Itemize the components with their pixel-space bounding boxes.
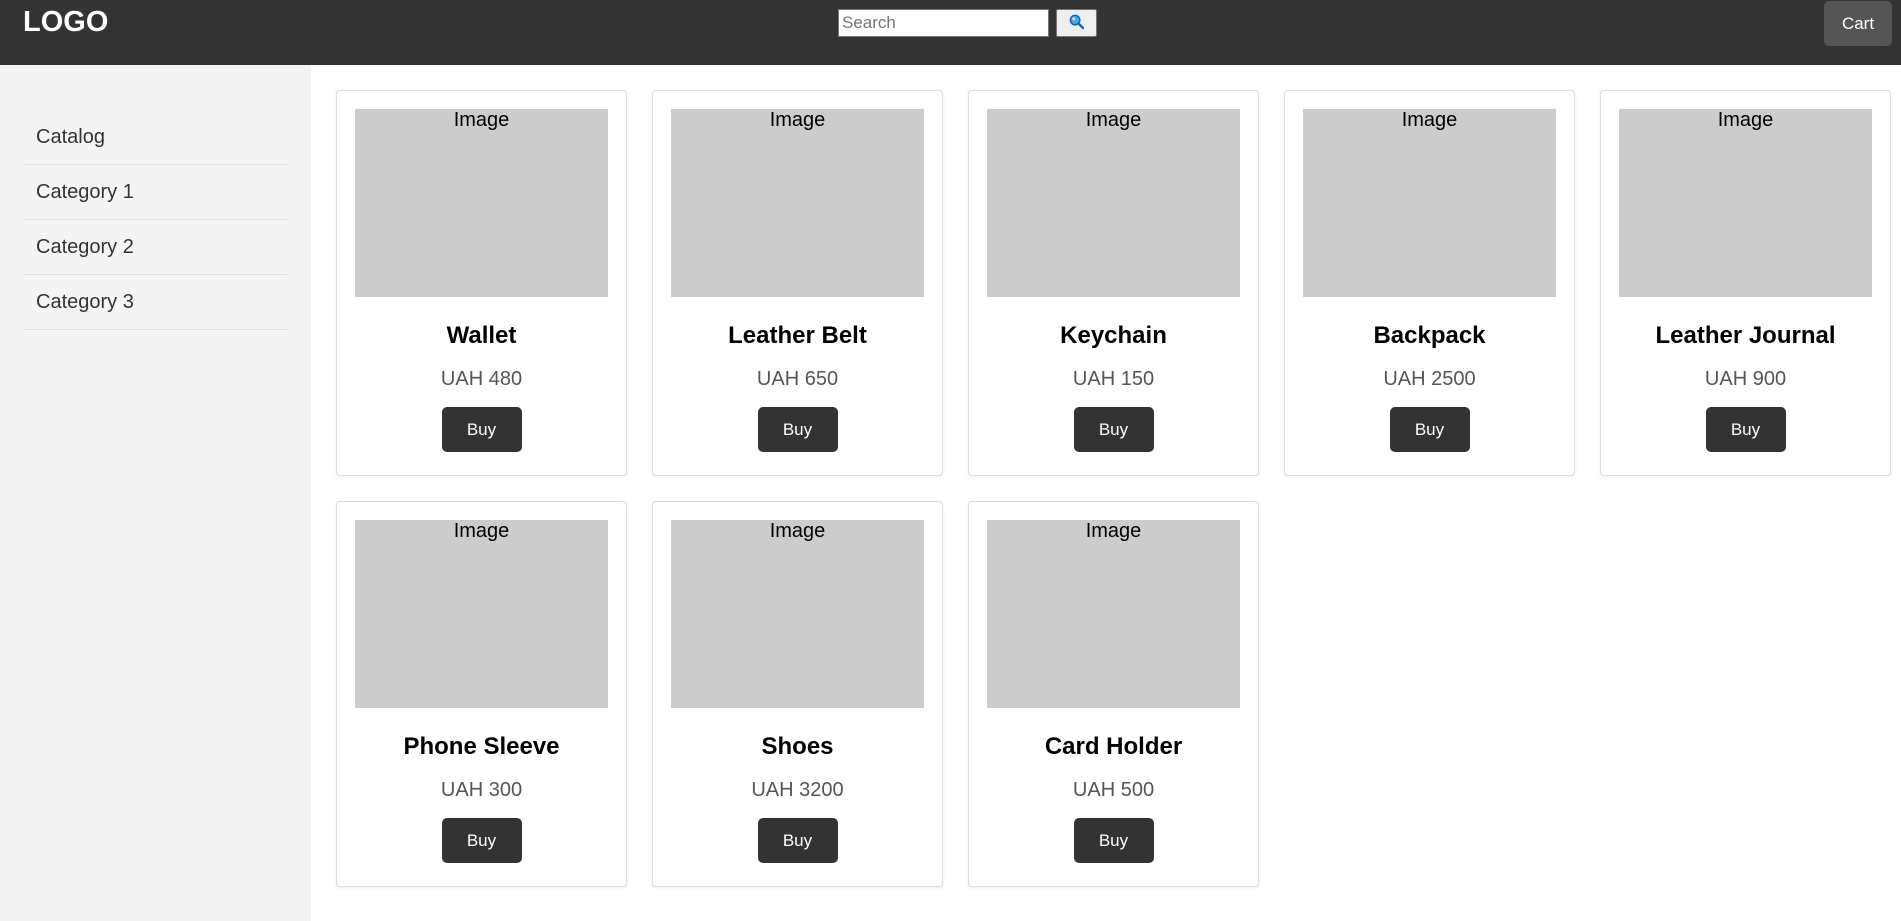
buy-button[interactable]: Buy — [441, 407, 522, 452]
product-card: Image Keychain UAH 150 Buy — [968, 90, 1259, 476]
product-name: Keychain — [1060, 322, 1167, 349]
product-card: Image Leather Belt UAH 650 Buy — [652, 90, 943, 476]
product-price: UAH 500 — [1072, 779, 1155, 801]
product-image[interactable]: Image — [1303, 109, 1556, 297]
buy-button[interactable]: Buy — [757, 407, 838, 452]
sidebar-item-category-3[interactable]: Category 3 — [23, 275, 287, 330]
search-input[interactable] — [838, 9, 1049, 37]
buy-button[interactable]: Buy — [1073, 407, 1154, 452]
search-icon — [1069, 14, 1085, 32]
sidebar-item-category-2[interactable]: Category 2 — [23, 220, 287, 275]
buy-button[interactable]: Buy — [1073, 818, 1154, 863]
search-bar — [838, 9, 1097, 37]
header: LOGO Cart — [0, 0, 1901, 65]
product-price: UAH 300 — [440, 779, 523, 801]
buy-button[interactable]: Buy — [1705, 407, 1786, 452]
product-card: Image Shoes UAH 3200 Buy — [652, 501, 943, 887]
product-card: Image Backpack UAH 2500 Buy — [1284, 90, 1575, 476]
product-name: Leather Belt — [728, 322, 867, 349]
buy-button[interactable]: Buy — [441, 818, 522, 863]
product-name: Phone Sleeve — [403, 733, 560, 760]
buy-button[interactable]: Buy — [1389, 407, 1470, 452]
cart-button[interactable]: Cart — [1824, 1, 1892, 46]
product-name: Card Holder — [1044, 733, 1183, 760]
product-price: UAH 900 — [1704, 368, 1787, 390]
product-card: Image Leather Journal UAH 900 Buy — [1600, 90, 1891, 476]
product-image[interactable]: Image — [355, 520, 608, 708]
product-grid: Image Wallet UAH 480 Buy Image Leather B… — [336, 90, 1892, 887]
product-name: Leather Journal — [1655, 322, 1836, 349]
product-price: UAH 480 — [440, 368, 523, 390]
product-image[interactable]: Image — [671, 520, 924, 708]
sidebar-item-category-1[interactable]: Category 1 — [23, 165, 287, 220]
search-button[interactable] — [1056, 9, 1097, 37]
buy-button[interactable]: Buy — [757, 818, 838, 863]
product-name: Shoes — [761, 733, 834, 760]
product-image[interactable]: Image — [987, 109, 1240, 297]
product-name: Wallet — [446, 322, 517, 349]
product-price: UAH 150 — [1072, 368, 1155, 390]
product-name: Backpack — [1373, 322, 1486, 349]
sidebar: Catalog Category 1 Category 2 Category 3 — [0, 65, 311, 921]
product-card: Image Card Holder UAH 500 Buy — [968, 501, 1259, 887]
product-price: UAH 2500 — [1383, 368, 1476, 390]
sidebar-item-catalog[interactable]: Catalog — [23, 110, 287, 165]
product-image[interactable]: Image — [355, 109, 608, 297]
product-card: Image Phone Sleeve UAH 300 Buy — [336, 501, 627, 887]
product-price: UAH 650 — [756, 368, 839, 390]
product-image[interactable]: Image — [671, 109, 924, 297]
logo[interactable]: LOGO — [23, 7, 108, 37]
product-card: Image Wallet UAH 480 Buy — [336, 90, 627, 476]
product-image[interactable]: Image — [987, 520, 1240, 708]
product-image[interactable]: Image — [1619, 109, 1872, 297]
product-price: UAH 3200 — [751, 779, 844, 801]
